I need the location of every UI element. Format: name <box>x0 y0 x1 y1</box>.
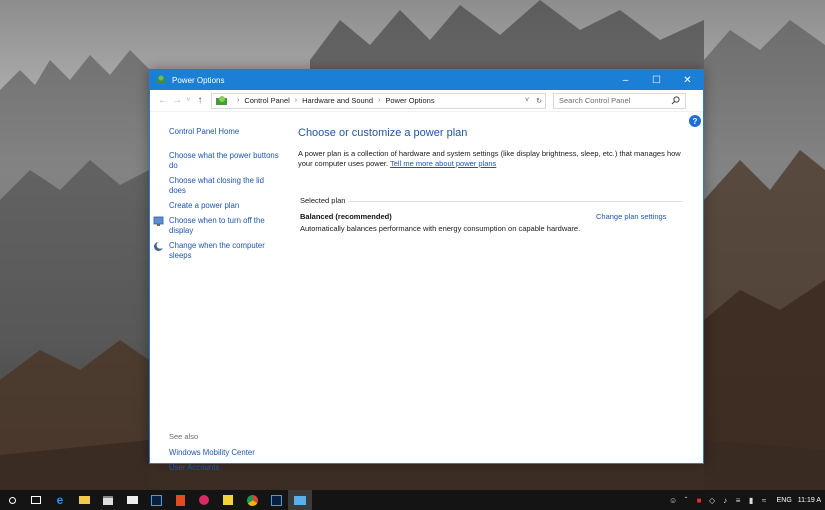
system-tray: ☺ ˆ ■ ◇ ♪ ≡ ▮ ≈ ENG 11:19 A <box>667 490 825 510</box>
sidebar: Control Panel Home Choose what the power… <box>150 112 285 472</box>
change-plan-settings-link[interactable]: Change plan settings <box>596 212 666 221</box>
network-icon[interactable]: ≡ <box>732 496 745 505</box>
chrome-icon[interactable] <box>240 490 264 510</box>
see-also-heading: See also <box>169 432 199 441</box>
minimize-button[interactable]: – <box>610 70 641 90</box>
sidebar-mobility-center[interactable]: Windows Mobility Center <box>169 448 279 458</box>
plan-description: Automatically balances performance with … <box>300 224 581 233</box>
wifi-icon[interactable]: ≈ <box>758 496 771 505</box>
battery-icon[interactable]: ▮ <box>745 496 758 505</box>
content-area: ? Control Panel Home Choose what the pow… <box>150 112 703 472</box>
office-icon[interactable] <box>168 490 192 510</box>
sticky-notes-icon[interactable] <box>216 490 240 510</box>
photoshop-icon[interactable] <box>144 490 168 510</box>
breadcrumb-hardware-and-sound[interactable]: Hardware and Sound <box>302 96 373 105</box>
breadcrumb[interactable]: › Control Panel › Hardware and Sound › P… <box>211 92 546 109</box>
search-box[interactable] <box>553 92 686 109</box>
store-icon[interactable] <box>96 490 120 510</box>
plan-name: Balanced (recommended) <box>300 212 392 221</box>
sidebar-create-power-plan[interactable]: Create a power plan <box>169 201 279 211</box>
close-button[interactable]: ✕ <box>672 70 703 90</box>
up-arrow-icon[interactable]: ↑ <box>193 95 207 106</box>
sidebar-computer-sleeps[interactable]: Change when the computer sleeps <box>169 241 279 261</box>
moon-icon <box>154 241 164 251</box>
power-options-app-icon <box>157 75 165 84</box>
address-dropdown-icon[interactable]: ˅ <box>521 97 533 104</box>
sidebar-control-panel-home[interactable]: Control Panel Home <box>169 127 279 137</box>
clock[interactable]: 11:19 A <box>798 497 821 504</box>
sidebar-closing-lid[interactable]: Choose what closing the lid does <box>169 176 279 196</box>
monitor-icon <box>153 216 164 226</box>
power-options-window: Power Options – ☐ ✕ ← → ˅ ↑ › Control Pa… <box>149 69 704 472</box>
file-explorer-icon[interactable] <box>72 490 96 510</box>
maximize-button[interactable]: ☐ <box>641 70 672 90</box>
back-arrow-icon[interactable]: ← <box>156 95 170 106</box>
shield-icon[interactable]: ◇ <box>706 496 719 505</box>
breadcrumb-separator: › <box>237 97 240 104</box>
title-bar[interactable]: Power Options – ☐ ✕ <box>150 70 703 90</box>
search-icon[interactable] <box>671 96 680 105</box>
forward-arrow-icon[interactable]: → <box>170 95 184 106</box>
breadcrumb-control-panel[interactable]: Control Panel <box>244 96 289 105</box>
people-icon[interactable]: ☺ <box>667 496 680 505</box>
start-icon[interactable] <box>0 490 24 510</box>
refresh-icon[interactable]: ↻ <box>533 97 545 105</box>
section-divider <box>348 201 683 202</box>
address-bar: ← → ˅ ↑ › Control Panel › Hardware and S… <box>150 90 703 112</box>
taskbar: e ☺ ˆ ■ ◇ ♪ ≡ ▮ ≈ ENG 11:19 A <box>0 490 825 510</box>
page-title: Choose or customize a power plan <box>298 127 468 139</box>
photoshop-icon-2[interactable] <box>264 490 288 510</box>
window-title: Power Options <box>172 75 225 85</box>
search-input[interactable] <box>559 96 664 105</box>
app-icon[interactable] <box>192 490 216 510</box>
task-view-icon[interactable] <box>24 490 48 510</box>
breadcrumb-separator: › <box>294 97 298 104</box>
sidebar-power-buttons[interactable]: Choose what the power buttons do <box>169 151 279 171</box>
window-controls: – ☐ ✕ <box>610 70 703 90</box>
volume-icon[interactable]: ♪ <box>719 496 732 505</box>
sidebar-user-accounts[interactable]: User Accounts <box>169 463 279 473</box>
breadcrumb-separator: › <box>378 97 381 104</box>
recent-locations-icon[interactable]: ˅ <box>184 97 193 104</box>
chevron-up-icon[interactable]: ˆ <box>680 496 693 505</box>
edge-icon[interactable]: e <box>48 490 72 510</box>
page-description: A power plan is a collection of hardware… <box>298 149 688 168</box>
language-indicator[interactable]: ENG <box>777 497 792 504</box>
learn-more-link[interactable]: Tell me more about power plans <box>390 159 496 168</box>
antivirus-icon[interactable]: ■ <box>693 496 706 505</box>
selected-plan-label: Selected plan <box>300 196 346 205</box>
help-icon[interactable]: ? <box>689 115 701 127</box>
sidebar-turn-off-display[interactable]: Choose when to turn off the display <box>169 216 279 236</box>
mail-icon[interactable] <box>120 490 144 510</box>
control-panel-folder-icon <box>216 96 227 105</box>
breadcrumb-power-options[interactable]: Power Options <box>385 96 434 105</box>
control-panel-icon[interactable] <box>288 490 312 510</box>
